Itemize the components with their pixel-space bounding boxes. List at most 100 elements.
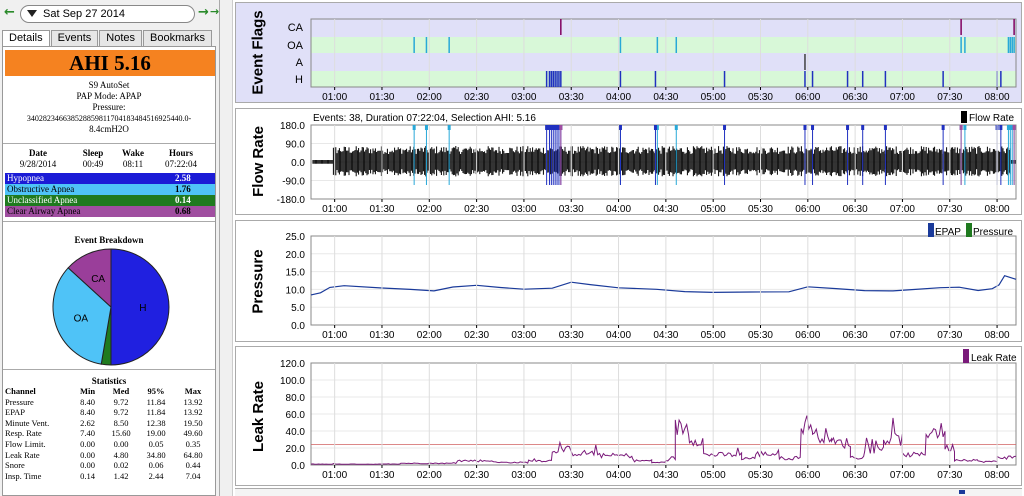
stats-cell: 1.42	[113, 470, 129, 481]
flow-info-text: Events: 38, Duration 07:22:04, Selection…	[313, 113, 536, 124]
flow-rate-graph[interactable]: Flow Rate 180.0 90.0 0.0 -90.0 -180.0 Events:…	[235, 108, 1022, 215]
session-wake: 08:11	[122, 159, 144, 169]
splitter-handle[interactable]	[220, 0, 233, 496]
time-tick-label: 03:00	[511, 204, 536, 214]
stats-cell: 2.62	[80, 417, 95, 428]
flag-row-label: H	[295, 74, 303, 86]
next-day-icon[interactable]: →	[198, 5, 209, 20]
pressure-value-2: 8.4cmH2O	[89, 124, 129, 134]
time-tick-label: 05:30	[748, 330, 773, 341]
time-tick-label: 02:00	[417, 204, 442, 214]
y-tick-label: 0.0	[291, 321, 305, 332]
flow-rate-plot: 180.0 90.0 0.0 -90.0 -180.0 Events: 38, Durat…	[277, 111, 1017, 214]
flow-legend-label: Flow Rate	[969, 113, 1014, 124]
machine-model: S9 AutoSet	[88, 80, 130, 90]
stats-cell: Insp. Time	[5, 470, 42, 481]
tab-events[interactable]: Events	[50, 30, 99, 46]
y-tick-label: 40.0	[286, 427, 306, 438]
index-value: 2.58	[175, 173, 191, 183]
divider	[3, 221, 215, 222]
time-tick-label: 08:00	[985, 470, 1010, 481]
prev-day-icon[interactable]: ←	[4, 5, 15, 20]
stats-row: Insp. Time 0.14 1.42 2.44 7.04	[3, 471, 215, 482]
time-tick-label: 07:00	[890, 204, 915, 214]
pap-mode: PAP Mode: APAP	[76, 91, 142, 101]
tab-bookmarks[interactable]: Bookmarks	[143, 30, 213, 46]
statistics-table: Channel Min Med 95% Max Pressure 8.40 9.72 11.84…	[3, 386, 215, 481]
index-value: 1.76	[175, 184, 191, 194]
y-tick-label: 120.0	[280, 359, 305, 370]
time-tick-label: 05:30	[748, 92, 773, 102]
stats-cell: 9.72	[113, 407, 129, 418]
time-tick-label: 03:30	[559, 92, 584, 102]
stats-header-cell: Min	[79, 386, 96, 396]
time-tick-label: 02:00	[417, 92, 442, 102]
stats-cell: 4.80	[113, 449, 129, 460]
stats-header-cell: Max	[184, 386, 202, 396]
pressure-plot: 25.0 20.0 15.0 10.0 5.0 0.0 EPAP Pressure 01:00 0…	[286, 223, 1017, 341]
time-tick-label: 03:30	[559, 204, 584, 214]
time-tick-label: 08:00	[985, 92, 1010, 102]
index-row-obstructive[interactable]: Obstructive Apnea 1.76	[5, 184, 215, 195]
timeline-scroll-thumb[interactable]	[959, 490, 965, 494]
stats-cell: 7.40	[80, 428, 95, 439]
index-label: Hypopnea	[7, 173, 44, 183]
details-sidebar: ← Sat Sep 27 2014 → →| Details Events No…	[0, 0, 223, 496]
stats-row: Pressure 8.40 9.72 11.84 13.92	[3, 397, 215, 408]
event-flags-graph[interactable]: Event Flags CA OA A H 01:00 01:30 02:00 02:30 03…	[235, 2, 1022, 103]
time-tick-label: 07:30	[937, 470, 962, 481]
flag-row-label: A	[296, 57, 304, 69]
time-tick-label: 04:30	[653, 92, 678, 102]
stats-cell: 0.00	[80, 438, 95, 449]
stats-cell: Minute Vent.	[5, 417, 50, 428]
index-row-unclassified[interactable]: Unclassified Apnea 0.14	[5, 195, 215, 206]
stats-cell: Snore	[5, 460, 25, 471]
y-tick-label: 100.0	[280, 376, 305, 387]
time-tick-label: 01:00	[322, 330, 347, 341]
time-tick-label: 08:00	[985, 330, 1010, 341]
stats-cell: 0.00	[113, 438, 129, 449]
time-tick-label: 06:00	[795, 92, 820, 102]
stats-header-cell: Med	[112, 386, 130, 396]
time-tick-label: 05:00	[701, 204, 726, 214]
date-picker[interactable]: Sat Sep 27 2014	[20, 5, 195, 23]
session-header-date: Date	[29, 148, 47, 158]
time-tick-label: 04:30	[653, 204, 678, 214]
session-header-wake: Wake	[121, 148, 144, 158]
event-flags-plot: CA OA AH 01:00 01:30 02:00 02:30 03:00 03:30 04:0…	[287, 18, 1017, 102]
timeline-scrollbar[interactable]	[235, 488, 1022, 496]
time-tick-label: 07:30	[937, 92, 962, 102]
time-tick-label: 03:00	[511, 92, 536, 102]
y-tick-label: 180.0	[280, 121, 305, 132]
pressure-graph[interactable]: Pressure 25.0 20.0 15.0 10.0 5.0 0.0 EPAP Press…	[235, 220, 1022, 342]
index-row-clear-airway[interactable]: Clear Airway Apnea 0.68	[5, 206, 215, 217]
time-tick-label: 08:00	[985, 204, 1010, 214]
y-tick-label: -180.0	[277, 195, 306, 206]
stats-row: Leak Rate 0.00 4.80 34.80 64.80	[3, 450, 215, 461]
time-tick-label: 04:00	[606, 330, 631, 341]
leak-rate-graph[interactable]: Leak Rate 120.0 100.0 80.0 60.0 40.0 20.0 0.0 L…	[235, 346, 1022, 486]
y-tick-label: 20.0	[286, 444, 306, 455]
leak-legend-label: Leak Rate	[971, 353, 1017, 364]
stats-cell: 0.00	[80, 460, 95, 471]
index-row-hypopnea[interactable]: Hypopnea 2.58	[5, 173, 215, 184]
chevron-down-icon[interactable]	[27, 10, 37, 17]
tab-details[interactable]: Details	[2, 30, 50, 46]
stats-cell: 8.40	[80, 396, 95, 407]
stats-row: Snore 0.00 0.02 0.06 0.44	[3, 460, 215, 471]
time-tick-label: 01:30	[369, 92, 394, 102]
sidebar-tabs: Details Events Notes Bookmarks	[2, 30, 213, 46]
details-panel: AHI 5.16 S9 AutoSet PAP Mode: APAP Press…	[2, 46, 216, 496]
session-row: 9/28/2014 00:49 08:11 07:22:04	[3, 159, 215, 170]
time-tick-label: 01:00	[322, 204, 347, 214]
time-tick-label: 07:00	[890, 470, 915, 481]
y-tick-label: -90.0	[282, 177, 305, 188]
tab-notes[interactable]: Notes	[99, 30, 143, 46]
time-tick-label: 06:00	[795, 470, 820, 481]
time-tick-label: 03:00	[511, 330, 536, 341]
time-tick-label: 05:00	[701, 92, 726, 102]
pie-label-ca: CA	[91, 274, 105, 285]
time-tick-label: 07:00	[890, 92, 915, 102]
stats-cell: 8.40	[80, 407, 95, 418]
stats-cell: 64.80	[183, 449, 203, 460]
